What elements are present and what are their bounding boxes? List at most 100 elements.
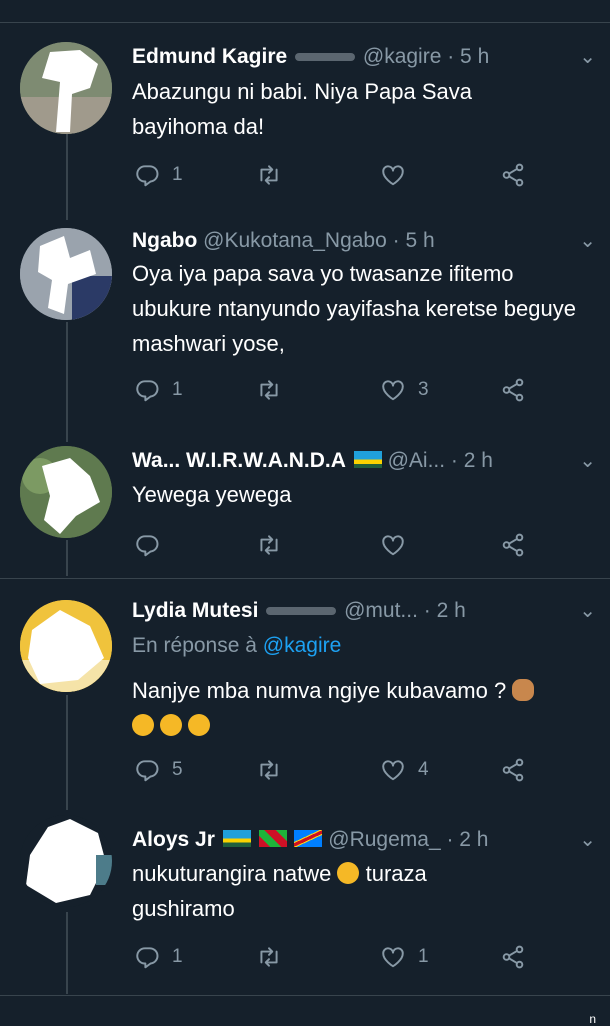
share-button[interactable] — [500, 942, 526, 972]
tweet-header: Wa... W.I.R.W.A.N.D.A @Ai... · 2 h — [132, 448, 570, 474]
retweet-button[interactable] — [256, 942, 282, 972]
tweet-header: Edmund Kagire @kagire · 5 h — [132, 44, 570, 70]
tweet-text: Nanjye mba numva ngiye kubavamo ? — [132, 678, 507, 703]
reply-count: 1 — [172, 946, 183, 967]
scribble-mark — [266, 607, 337, 616]
author-handle[interactable]: @Ai... — [388, 449, 446, 472]
reply-button[interactable]: 1 — [134, 160, 183, 190]
like-count: 3 — [418, 379, 429, 400]
heart-icon — [380, 944, 406, 970]
reply-bubble-icon — [134, 377, 160, 403]
retweet-arrows-icon — [256, 532, 282, 558]
like-count: 4 — [418, 759, 429, 780]
tweet-text-block: Nanjye mba numva ngiye kubavamo ? — [132, 673, 590, 743]
share-button[interactable] — [500, 530, 526, 560]
author-handle[interactable]: @mut... — [344, 599, 418, 622]
share-nodes-icon — [500, 162, 526, 188]
reply-button[interactable] — [134, 530, 160, 560]
avatar[interactable] — [20, 228, 112, 320]
tweet-actions — [132, 530, 552, 560]
chevron-down-icon[interactable]: ⌄ — [579, 44, 596, 69]
tweet-actions: 5 4 — [132, 755, 552, 785]
drc-flag-icon — [294, 830, 323, 847]
avatar[interactable] — [20, 600, 112, 692]
like-button[interactable]: 3 — [380, 375, 429, 405]
share-button[interactable] — [500, 160, 526, 190]
heart-icon — [380, 377, 406, 403]
tweet-time: · 2 h — [450, 449, 493, 472]
author-name[interactable]: Lydia Mutesi — [132, 599, 258, 622]
author-handle[interactable]: @Kukotana_Ngabo — [203, 229, 387, 252]
author-name[interactable]: Edmund Kagire — [132, 45, 287, 68]
tweet-text: Yewega yewega — [132, 482, 292, 507]
tweet-divider — [0, 578, 610, 579]
author-name[interactable]: Ngabo — [132, 229, 197, 252]
retweet-button[interactable] — [256, 375, 282, 405]
tweet-text-block: nukuturangira natwe turaza gushiramo — [132, 856, 532, 926]
avatar[interactable] — [20, 446, 112, 538]
like-button[interactable] — [380, 530, 406, 560]
heart-icon — [380, 162, 406, 188]
tweet-time: · 5 h — [392, 229, 435, 252]
reply-bubble-icon — [134, 944, 160, 970]
reply-button[interactable]: 1 — [134, 942, 183, 972]
tweet-header: Aloys Jr @Rugema_ · 2 h — [132, 827, 570, 853]
chevron-down-icon[interactable]: ⌄ — [579, 448, 596, 473]
reply-count: 1 — [172, 164, 183, 185]
retweet-arrows-icon — [256, 944, 282, 970]
chevron-down-icon[interactable]: ⌄ — [579, 598, 596, 623]
retweet-button[interactable] — [256, 530, 282, 560]
reply-button[interactable]: 5 — [134, 755, 183, 785]
share-button[interactable] — [500, 755, 526, 785]
top-divider — [0, 0, 610, 23]
thread-line — [66, 540, 68, 576]
reply-count: 1 — [172, 379, 183, 400]
thread-line — [66, 322, 68, 442]
laughing-tears-emoji-icon — [132, 714, 154, 736]
thread-line — [66, 912, 68, 994]
share-nodes-icon — [500, 757, 526, 783]
heart-icon — [380, 757, 406, 783]
author-name[interactable]: Aloys Jr — [132, 828, 215, 851]
retweet-arrows-icon — [256, 757, 282, 783]
author-handle[interactable]: @Rugema_ — [328, 828, 440, 851]
rwanda-flag-icon — [222, 830, 251, 847]
chevron-down-icon[interactable]: ⌄ — [579, 827, 596, 852]
author-name[interactable]: Wa... W.I.R.W.A.N.D.A — [132, 449, 346, 472]
chevron-down-icon[interactable]: ⌄ — [579, 228, 596, 253]
tweet-text: nukuturangira natwe — [132, 861, 332, 886]
retweet-button[interactable] — [256, 755, 282, 785]
tweet-text: Abazungu ni babi. Niya Papa Sava bayihom… — [132, 79, 473, 139]
reply-context: En réponse à @kagire — [132, 634, 341, 658]
reply-count: 5 — [172, 759, 183, 780]
avatar[interactable] — [20, 42, 112, 134]
avatar[interactable] — [20, 815, 112, 907]
retweet-button[interactable] — [256, 160, 282, 190]
reply-bubble-icon — [134, 757, 160, 783]
reply-bubble-icon — [134, 162, 160, 188]
tweet-time: · 2 h — [446, 828, 489, 851]
author-handle[interactable]: @kagire — [363, 45, 442, 68]
reply-to-link[interactable]: @kagire — [263, 634, 342, 657]
grinning-emoji-icon — [337, 862, 360, 884]
retweet-arrows-icon — [256, 162, 282, 188]
tweet-text: Oya iya papa sava yo twasanze ifitemo ub… — [132, 261, 576, 356]
like-button[interactable]: 1 — [380, 942, 429, 972]
thread-line — [66, 132, 68, 220]
tweet-actions: 1 1 — [132, 942, 552, 972]
share-button[interactable] — [500, 375, 526, 405]
tweet-time: · 5 h — [447, 45, 490, 68]
retweet-arrows-icon — [256, 377, 282, 403]
heart-icon — [380, 532, 406, 558]
reply-button[interactable]: 1 — [134, 375, 183, 405]
laughing-tears-emoji-icon — [188, 714, 211, 736]
reply-bubble-icon — [134, 532, 160, 558]
like-button[interactable] — [380, 160, 406, 190]
thread-line — [66, 695, 68, 810]
tweet-actions: 1 3 — [132, 375, 552, 405]
like-count: 1 — [418, 946, 429, 967]
share-nodes-icon — [500, 532, 526, 558]
like-button[interactable]: 4 — [380, 755, 429, 785]
share-nodes-icon — [500, 944, 526, 970]
tweet-time: · 2 h — [423, 599, 466, 622]
